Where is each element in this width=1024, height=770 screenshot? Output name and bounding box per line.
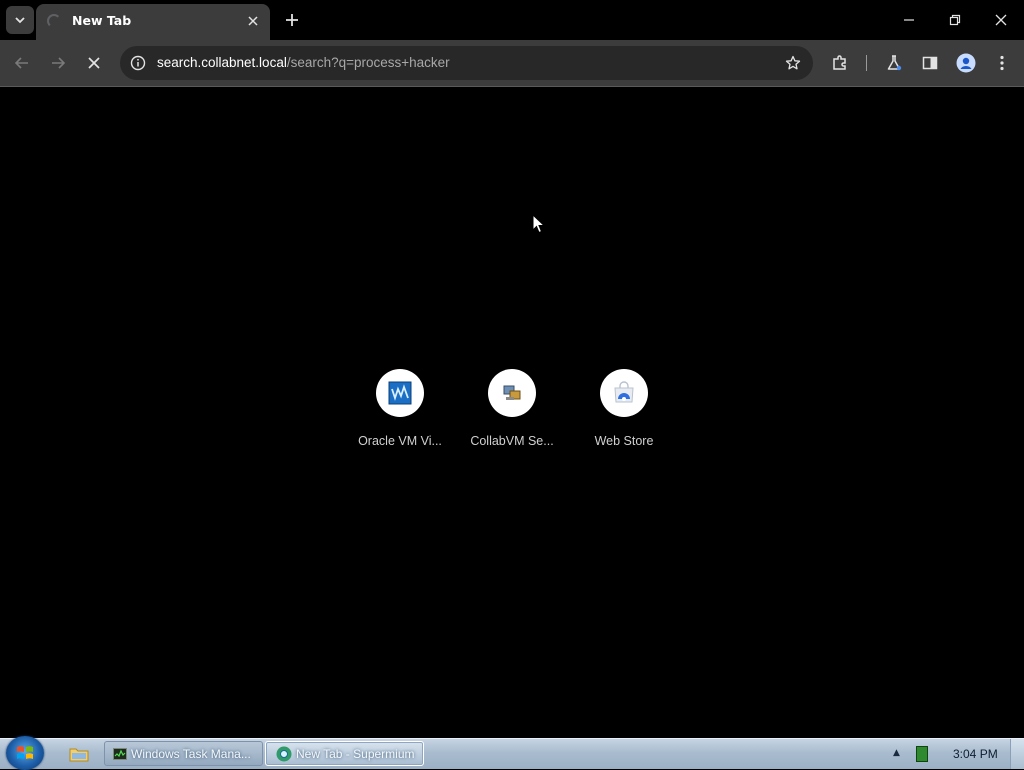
shortcut-label: Web Store (594, 434, 654, 448)
windows-taskbar: Windows Task Mana... New Tab - Supermium… (0, 736, 1024, 770)
extensions-button[interactable] (826, 49, 854, 77)
close-icon (88, 57, 100, 69)
taskbar-clock[interactable]: 3:04 PM (953, 747, 998, 761)
task-label: Windows Task Mana... (131, 746, 251, 761)
shortcut-icon-circle (488, 369, 536, 417)
tab-new-tab[interactable]: New Tab (36, 4, 270, 40)
menu-button[interactable] (988, 49, 1016, 77)
flask-icon (887, 55, 902, 71)
arrow-right-icon (52, 57, 66, 69)
tab-strip: New Tab (0, 0, 1024, 40)
show-desktop-button[interactable] (1010, 739, 1024, 769)
forward-button[interactable] (44, 49, 72, 77)
new-tab-button[interactable] (280, 8, 304, 32)
tab-search-button[interactable] (6, 6, 34, 34)
url-host: search.collabnet.local (157, 55, 287, 70)
shortcut-tile[interactable]: Oracle VM Vi... (344, 369, 456, 449)
kebab-menu-icon (1000, 55, 1004, 71)
close-icon (995, 14, 1007, 26)
virtualbox-icon (388, 381, 412, 405)
shortcut-label: Oracle VM Vi... (358, 434, 442, 448)
side-panel-icon (922, 56, 938, 70)
folder-icon (69, 748, 89, 762)
toolbar-separator (866, 55, 867, 71)
show-hidden-icons-button[interactable]: ▲ (893, 748, 900, 758)
taskbar-supermium[interactable]: New Tab - Supermium (265, 741, 424, 766)
bookmark-button[interactable] (783, 53, 803, 73)
task-label: New Tab - Supermium (296, 746, 415, 761)
shortcut-tile[interactable]: CollabVM Se... (456, 369, 568, 449)
browser-toolbar: search.collabnet.local/search?q=process+… (0, 40, 1024, 87)
explorer-taskbar-button[interactable] (60, 741, 98, 767)
task-manager-icon (113, 747, 127, 760)
supermium-icon (276, 746, 292, 761)
collabvm-icon (503, 385, 521, 400)
plus-icon (286, 14, 298, 26)
shortcut-icon-circle (376, 369, 424, 417)
windows-logo-icon (17, 746, 33, 759)
site-info-button[interactable] (128, 53, 148, 73)
web-store-icon (614, 381, 634, 403)
new-tab-page: Oracle VM Vi... CollabVM Se... Web Store (0, 87, 1024, 738)
close-window-button[interactable] (985, 6, 1017, 34)
address-url[interactable]: search.collabnet.local/search?q=process+… (157, 55, 450, 70)
tab-close-button[interactable] (244, 12, 262, 30)
profile-button[interactable] (952, 49, 980, 77)
url-path: /search?q=process+hacker (286, 55, 450, 70)
restore-button[interactable] (939, 6, 971, 34)
side-panel-button[interactable] (916, 49, 944, 77)
avatar-icon (956, 53, 976, 73)
info-icon (130, 55, 146, 71)
chevron-down-icon (15, 17, 25, 24)
back-button[interactable] (8, 49, 36, 77)
minimize-button[interactable] (893, 6, 925, 34)
arrow-left-icon (14, 57, 28, 69)
shortcut-tile[interactable]: Web Store (568, 369, 680, 449)
loading-spinner-icon (47, 14, 61, 28)
puzzle-icon (833, 55, 846, 70)
shortcut-icon-circle (600, 369, 648, 417)
close-icon (248, 16, 258, 26)
taskbar-task-manager[interactable]: Windows Task Mana... (104, 741, 263, 766)
minimize-icon (904, 19, 914, 21)
labs-button[interactable] (880, 49, 908, 77)
shortcut-label: CollabVM Se... (470, 434, 554, 448)
restore-icon (949, 14, 961, 26)
star-icon (785, 55, 801, 70)
start-button[interactable] (6, 736, 44, 770)
network-tray-icon[interactable] (916, 746, 928, 762)
address-bar[interactable]: search.collabnet.local/search?q=process+… (120, 46, 813, 80)
mouse-cursor-icon (532, 214, 546, 234)
stop-loading-button[interactable] (80, 49, 108, 77)
tab-title: New Tab (72, 13, 132, 28)
